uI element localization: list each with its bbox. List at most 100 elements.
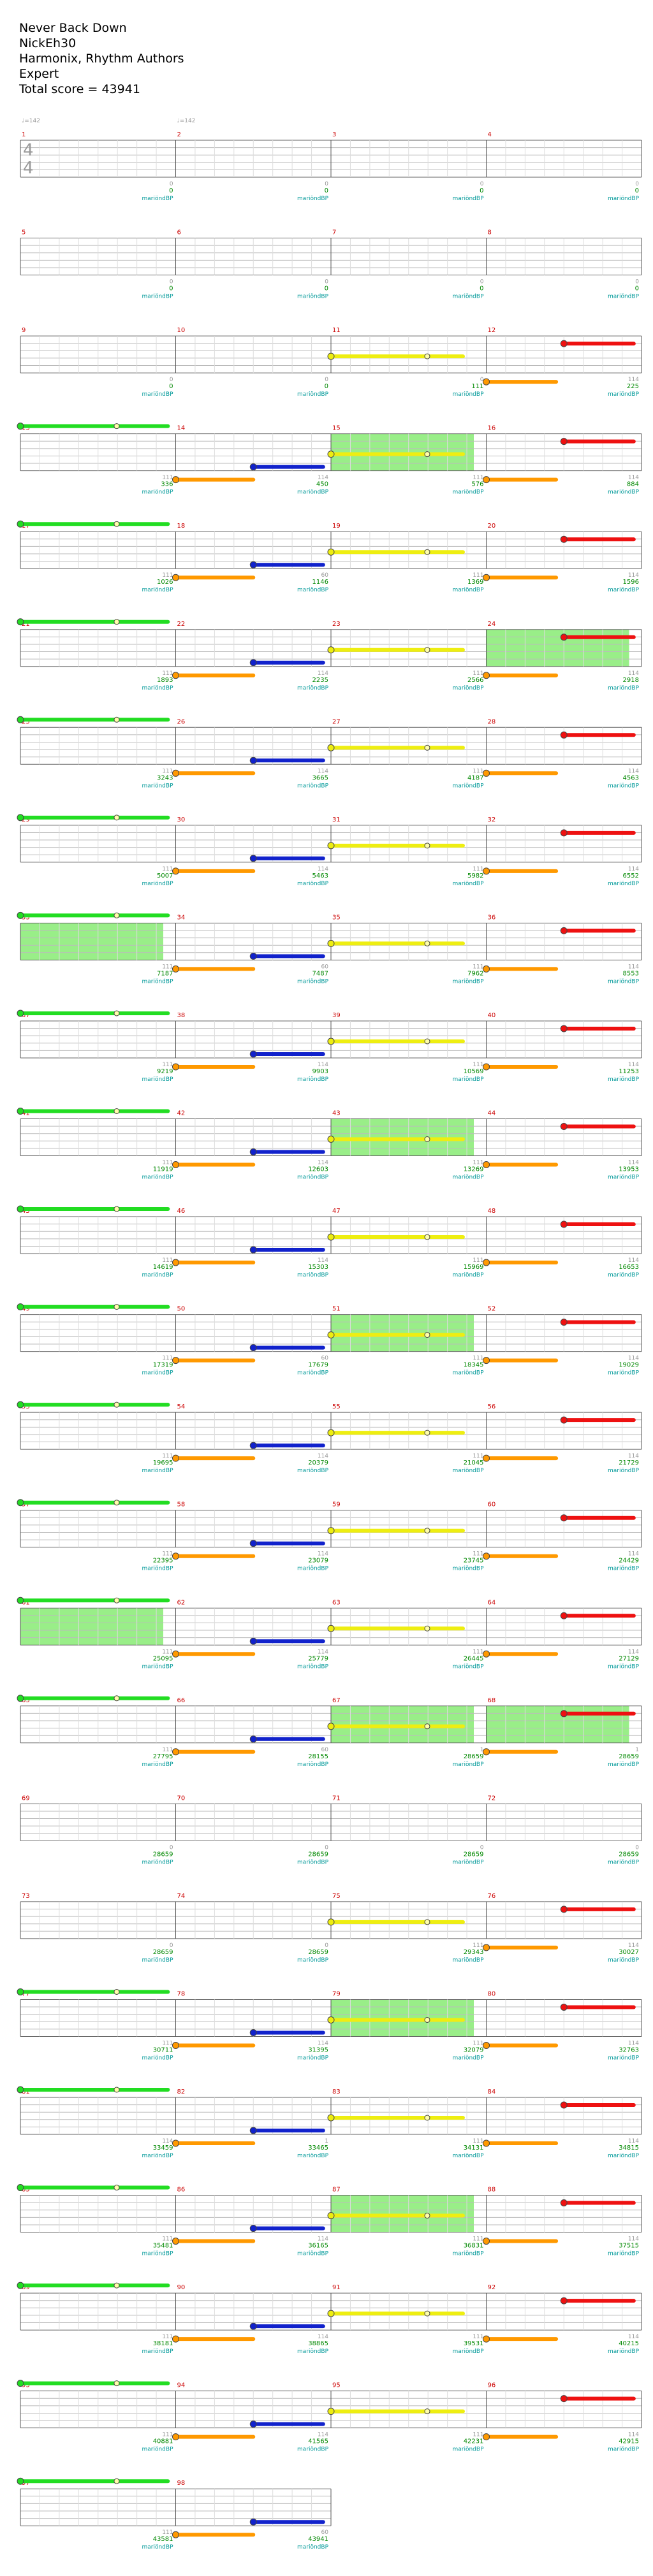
pattern-label: mariöndBP [142, 489, 173, 496]
pattern-label: mariöndBP [452, 978, 484, 985]
cumulative-score: 20379 [308, 1459, 328, 1466]
pattern-label: mariöndBP [297, 489, 329, 496]
orange-note [172, 1161, 179, 1168]
cumulative-score: 884 [627, 481, 639, 488]
green-note [17, 2477, 24, 2485]
measure-number: 28 [488, 718, 496, 725]
cumulative-score: 32079 [464, 2046, 484, 2053]
streak-count: 60 [321, 964, 329, 970]
pattern-label: mariöndBP [297, 587, 329, 593]
tempo-marker: ♩=142 [177, 118, 196, 124]
pattern-label: mariöndBP [297, 1957, 329, 1964]
star-marker [424, 2115, 430, 2121]
cumulative-score: 42231 [464, 2438, 484, 2445]
cumulative-score: 9219 [157, 1068, 173, 1075]
star-marker [114, 1695, 120, 1702]
measure-number: 87 [332, 2187, 341, 2194]
pattern-label: mariöndBP [608, 1859, 640, 1865]
yellow-note [327, 744, 335, 751]
overdrive-section [20, 923, 164, 960]
streak-count: 111 [162, 1453, 173, 1459]
measure-number: 34 [177, 914, 186, 921]
measure-number: 10 [177, 327, 186, 334]
cumulative-score: 28659 [464, 1851, 484, 1858]
streak-count: 114 [628, 475, 639, 481]
orange-note [483, 2335, 490, 2343]
green-note [17, 2282, 24, 2289]
streak-count: 111 [162, 1356, 173, 1362]
blue-note [249, 1148, 257, 1155]
star-marker [114, 1010, 120, 1017]
streak-count: 111 [162, 768, 173, 774]
streak-count: 0 [325, 181, 328, 187]
pattern-label: mariöndBP [452, 1762, 484, 1768]
streak-count: 0 [325, 1943, 328, 1949]
star-marker [114, 1108, 120, 1114]
streak-count: 111 [473, 670, 483, 677]
pattern-label: mariöndBP [142, 685, 173, 691]
star-marker [424, 549, 430, 555]
cumulative-score: 33465 [308, 2145, 328, 2152]
green-note [17, 1695, 24, 1702]
cumulative-score: 0 [325, 286, 328, 293]
measure-number: 51 [332, 1306, 341, 1313]
measure-number: 4 [488, 131, 492, 138]
measure-number: 47 [332, 1208, 341, 1215]
blue-note [249, 2127, 257, 2134]
cumulative-score: 32763 [619, 2046, 639, 2053]
pattern-label: mariöndBP [297, 2447, 329, 2453]
orange-note [483, 2433, 490, 2441]
streak-count: 114 [318, 1453, 328, 1459]
pattern-label: mariöndBP [608, 391, 640, 398]
yellow-note [327, 451, 335, 458]
streak-count: 111 [473, 475, 483, 481]
measure-number: 86 [177, 2187, 186, 2194]
cumulative-score: 336 [161, 481, 173, 488]
pattern-label: mariöndBP [608, 1175, 640, 1181]
orange-note [483, 965, 490, 973]
streak-count: 0 [325, 377, 328, 383]
orange-note [483, 1944, 490, 1951]
orange-note [172, 574, 179, 581]
pattern-label: mariöndBP [608, 1076, 640, 1083]
streak-count: 0 [170, 279, 173, 286]
cumulative-score: 36831 [464, 2243, 484, 2250]
pattern-label: mariöndBP [452, 587, 484, 593]
streak-count: 114 [628, 1649, 639, 1655]
red-note [560, 340, 568, 347]
pattern-label: mariöndBP [608, 1566, 640, 1572]
pattern-label: mariöndBP [452, 1566, 484, 1572]
streak-count: 111 [473, 964, 483, 970]
streak-count: 60 [321, 1747, 329, 1753]
star-marker [114, 912, 120, 918]
streak-count: 111 [162, 1257, 173, 1264]
pattern-label: mariöndBP [452, 783, 484, 789]
pattern-label: mariöndBP [452, 1370, 484, 1377]
cumulative-score: 0 [169, 187, 173, 194]
green-note [17, 1499, 24, 1507]
streak-count: 111 [162, 475, 173, 481]
streak-count: 114 [318, 866, 328, 872]
measure-number: 40 [488, 1012, 496, 1019]
cumulative-score: 1146 [312, 579, 328, 586]
streak-count: 114 [628, 1257, 639, 1264]
streak-count: 114 [318, 1062, 328, 1068]
streak-count: 111 [473, 1062, 483, 1068]
pattern-label: mariöndBP [297, 783, 329, 789]
orange-note [172, 1748, 179, 1756]
streak-count: 114 [628, 2334, 639, 2340]
yellow-note [327, 2114, 335, 2122]
orange-note [483, 2238, 490, 2245]
measure-number: 84 [488, 2088, 496, 2095]
red-note [560, 2003, 568, 2011]
streak-count: 0 [170, 1943, 173, 1949]
streak-count: 114 [318, 2334, 328, 2340]
measure-number: 12 [488, 327, 496, 334]
pattern-label: mariöndBP [452, 1175, 484, 1181]
streak-count: 114 [628, 768, 639, 774]
measure-number: 35 [332, 914, 341, 921]
cumulative-score: 43581 [153, 2536, 173, 2543]
streak-count: 0 [480, 1844, 484, 1851]
pattern-label: mariöndBP [297, 2348, 329, 2355]
measure-number: 96 [488, 2382, 496, 2389]
